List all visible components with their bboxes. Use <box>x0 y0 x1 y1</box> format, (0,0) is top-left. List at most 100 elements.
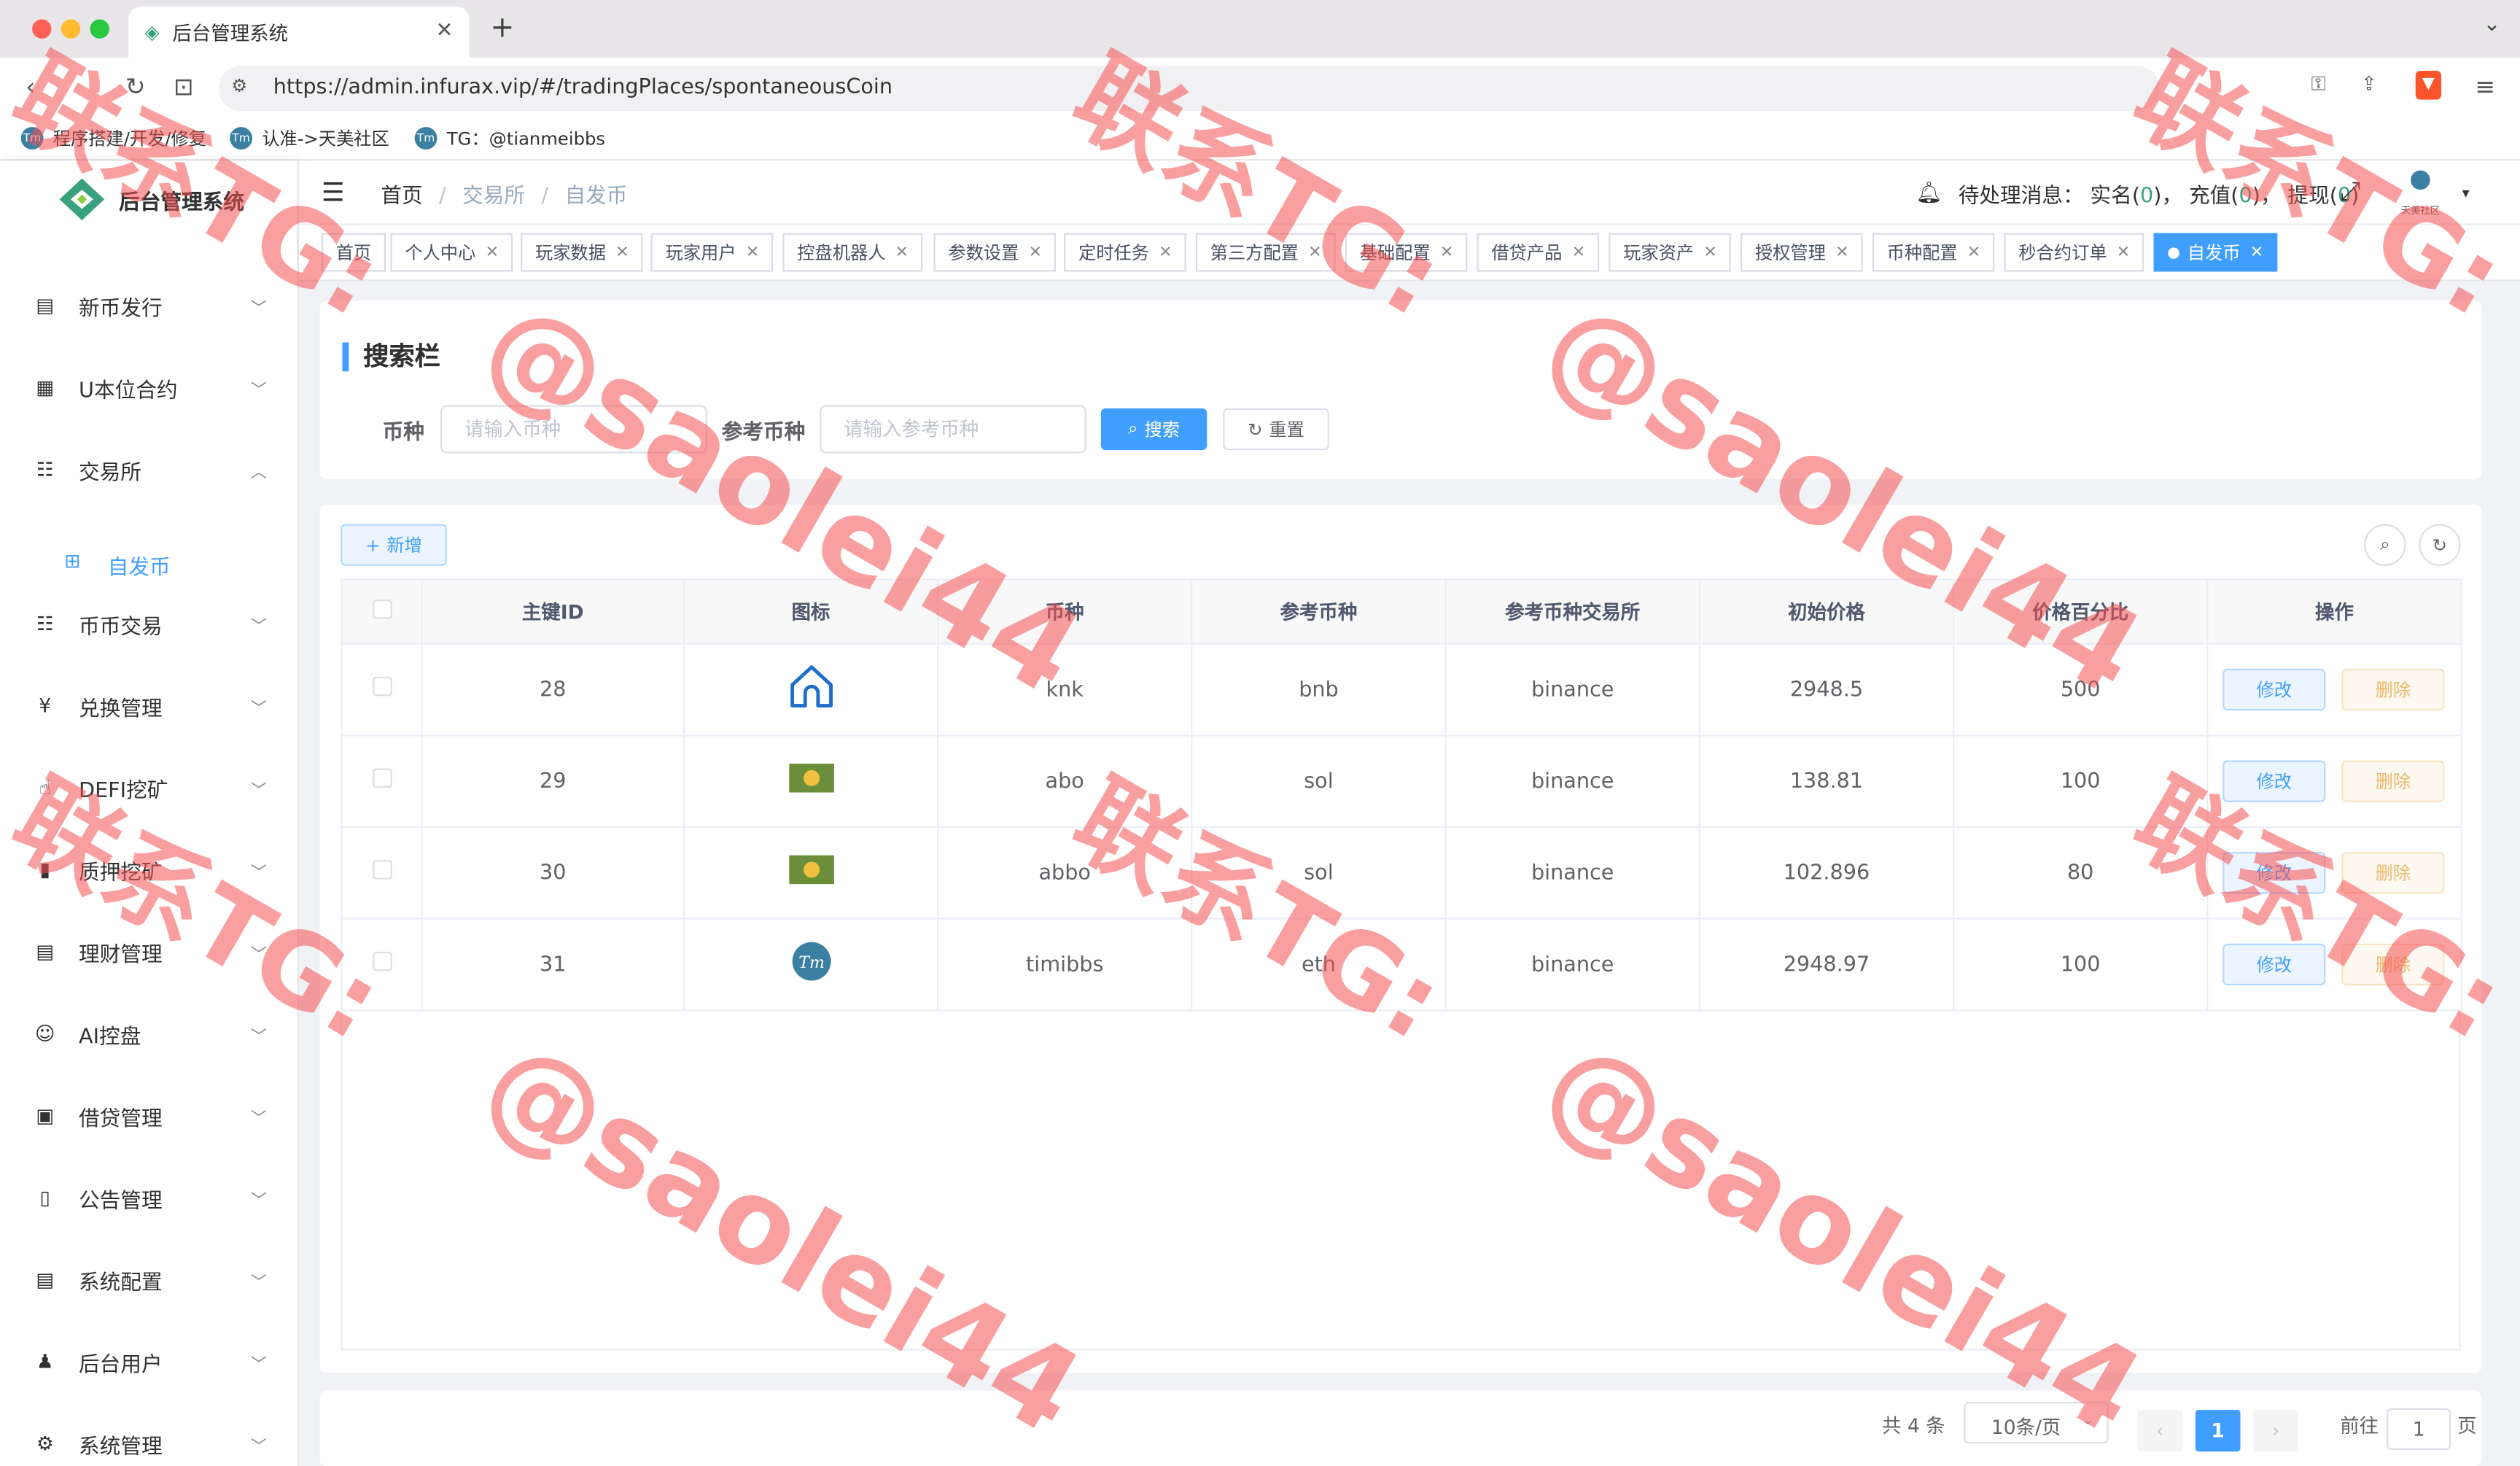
avatar-caret-icon[interactable]: ▾ <box>2462 187 2470 203</box>
sidebar-item[interactable]: ☷ 交易所 ︿ <box>0 438 299 502</box>
tag-close-icon[interactable]: ✕ <box>1967 244 1980 261</box>
tag-close-icon[interactable]: ✕ <box>746 244 759 261</box>
tag-item[interactable]: 个人中心 ✕ <box>390 233 513 272</box>
page-size-select[interactable]: 10条/页 ⌄ <box>1964 1401 2109 1444</box>
sidebar-item[interactable]: ☷ 币币交易 ﹀ <box>0 592 299 656</box>
refresh-button[interactable]: ↻ <box>2419 524 2461 566</box>
sidebar-item[interactable]: ▯ 公告管理 ﹀ <box>0 1166 299 1230</box>
row-checkbox[interactable] <box>372 676 392 697</box>
minimize-window-button[interactable] <box>61 19 81 39</box>
bookmark-item[interactable]: Tm 程序搭建/开发/修复 <box>20 125 206 151</box>
breadcrumb-home[interactable]: 首页 <box>381 185 422 209</box>
tag-close-icon[interactable]: ✕ <box>1308 244 1321 261</box>
tag-item[interactable]: 基础配置 ✕ <box>1345 233 1469 272</box>
tag-close-icon[interactable]: ✕ <box>1159 244 1172 261</box>
back-icon[interactable]: ‹ <box>26 72 35 101</box>
reload-icon[interactable]: ↻ <box>125 72 146 101</box>
row-checkbox[interactable] <box>372 951 392 971</box>
delete-button[interactable]: 删除 <box>2341 852 2445 894</box>
tag-item[interactable]: 第三方配置 ✕ <box>1195 233 1337 272</box>
delete-button[interactable]: 删除 <box>2341 668 2445 711</box>
url-text[interactable]: https://admin.infurax.vip/#/tradingPlace… <box>273 76 892 100</box>
toggle-search-button[interactable]: ⌕ <box>2364 524 2406 566</box>
tag-close-icon[interactable]: ✕ <box>2250 244 2263 261</box>
tag-item[interactable]: 玩家用户 ✕ <box>650 233 774 272</box>
sidebar-item[interactable]: ▤ 系统配置 ﹀ <box>0 1247 299 1311</box>
tag-item[interactable]: 授权管理 ✕ <box>1741 233 1864 272</box>
sidebar-item[interactable]: ☝ DEFI挖矿 ﹀ <box>0 756 299 820</box>
fullscreen-icon[interactable]: ⤢ <box>2340 175 2360 207</box>
add-button[interactable]: + 新增 <box>341 524 447 566</box>
tag-item[interactable]: 定时任务 ✕ <box>1064 233 1187 272</box>
browser-tab[interactable]: ◈ 后台管理系统 ✕ <box>128 6 470 58</box>
row-checkbox[interactable] <box>372 768 392 788</box>
sidebar-item[interactable]: ▤ 理财管理 ﹀ <box>0 920 299 984</box>
column-header: 币种 <box>936 578 1193 645</box>
edit-button[interactable]: 修改 <box>2222 760 2326 802</box>
hamburger-icon[interactable]: ☰ <box>322 177 345 207</box>
search-button[interactable]: ⌕ 搜索 <box>1100 408 1208 451</box>
page-1-button[interactable]: 1 <box>2195 1409 2241 1452</box>
select-all-checkbox[interactable] <box>372 600 392 619</box>
bookmark-icon[interactable]: ⊡ <box>174 72 194 101</box>
bookmark-item[interactable]: Tm TG：@tianmeibbs <box>414 125 605 151</box>
select-all-cell[interactable] <box>341 578 423 645</box>
delete-button[interactable]: 删除 <box>2341 760 2445 802</box>
site-settings-icon[interactable]: ⚙ <box>231 76 247 97</box>
realname-link[interactable]: 实名(0)， <box>2091 179 2183 209</box>
brave-shield-icon[interactable]: ▼ <box>2415 70 2442 100</box>
reset-button[interactable]: ↻ 重置 <box>1223 408 1329 451</box>
next-page-button[interactable]: › <box>2253 1409 2298 1452</box>
maximize-window-button[interactable] <box>90 19 109 39</box>
tag-close-icon[interactable]: ✕ <box>1440 244 1453 261</box>
bookmark-item[interactable]: Tm 认准->天美社区 <box>230 125 389 151</box>
sidebar-item[interactable]: ⚙ 系统管理 ﹀ <box>0 1411 299 1466</box>
recharge-link[interactable]: 充值(0)， <box>2189 179 2282 209</box>
sidebar-item[interactable]: ☺ AI控盘 ﹀ <box>0 1001 299 1066</box>
tag-item[interactable]: 秒合约订单 ✕ <box>2004 233 2145 272</box>
new-tab-button[interactable]: + <box>490 11 514 44</box>
breadcrumb-exchange[interactable]: 交易所 <box>462 185 525 209</box>
bell-icon[interactable]: 🔔︎ <box>1916 182 1942 206</box>
edit-button[interactable]: 修改 <box>2222 668 2326 711</box>
sidebar-item[interactable]: ▮ 质押挖矿 ﹀ <box>0 837 299 901</box>
tag-item[interactable]: 首页 <box>321 233 386 272</box>
tag-close-icon[interactable]: ✕ <box>486 244 499 261</box>
tab-close-icon[interactable]: ✕ <box>436 19 454 43</box>
sidebar-subitem-self-coin[interactable]: ⊞ 自发币 <box>0 530 299 594</box>
tag-item[interactable]: 自发币 ✕ <box>2153 233 2279 272</box>
delete-button[interactable]: 删除 <box>2341 943 2445 986</box>
sidebar-item[interactable]: ▣ 借贷管理 ﹀ <box>0 1084 299 1148</box>
tag-close-icon[interactable]: ✕ <box>615 244 629 261</box>
tag-close-icon[interactable]: ✕ <box>895 244 909 261</box>
tag-item[interactable]: 币种配置 ✕ <box>1872 233 1996 272</box>
menu-icon[interactable]: ≡ <box>2475 72 2495 101</box>
tag-close-icon[interactable]: ✕ <box>1029 244 1042 261</box>
tag-item[interactable]: 借贷产品 ✕ <box>1477 233 1600 272</box>
key-icon[interactable]: ⚿ <box>2311 72 2325 96</box>
tag-item[interactable]: 参数设置 ✕ <box>933 233 1057 272</box>
ref-coin-input[interactable] <box>820 405 1086 454</box>
edit-button[interactable]: 修改 <box>2222 852 2326 894</box>
tag-close-icon[interactable]: ✕ <box>2117 244 2130 261</box>
prev-page-button[interactable]: ‹ <box>2137 1409 2183 1452</box>
goto-page-input[interactable]: 1 <box>2387 1408 2451 1451</box>
app-logo[interactable]: 后台管理系统 <box>58 177 244 222</box>
tag-close-icon[interactable]: ✕ <box>1835 244 1848 261</box>
sidebar-item[interactable]: ♟ 后台用户 ﹀ <box>0 1330 299 1394</box>
tab-list-chevron-icon[interactable]: ⌄ <box>2484 13 2501 37</box>
tag-item[interactable]: 玩家资产 ✕ <box>1609 233 1732 272</box>
tag-item[interactable]: 控盘机器人 ✕ <box>782 233 924 272</box>
edit-button[interactable]: 修改 <box>2222 943 2326 986</box>
avatar[interactable]: 天美社区 <box>2398 170 2443 220</box>
share-icon[interactable]: ⇪ <box>2361 72 2377 95</box>
row-checkbox[interactable] <box>372 860 392 880</box>
sidebar-item[interactable]: ▤ 新币发行 ﹀ <box>0 274 299 338</box>
sidebar-item[interactable]: ▦ U本位合约 ﹀ <box>0 355 299 419</box>
sidebar-item[interactable]: ¥ 兑换管理 ﹀ <box>0 674 299 738</box>
tag-item[interactable]: 玩家数据 ✕ <box>521 233 644 272</box>
close-window-button[interactable] <box>32 19 52 39</box>
tag-close-icon[interactable]: ✕ <box>1703 244 1716 261</box>
coin-input[interactable] <box>440 405 707 454</box>
tag-close-icon[interactable]: ✕ <box>1572 244 1585 261</box>
